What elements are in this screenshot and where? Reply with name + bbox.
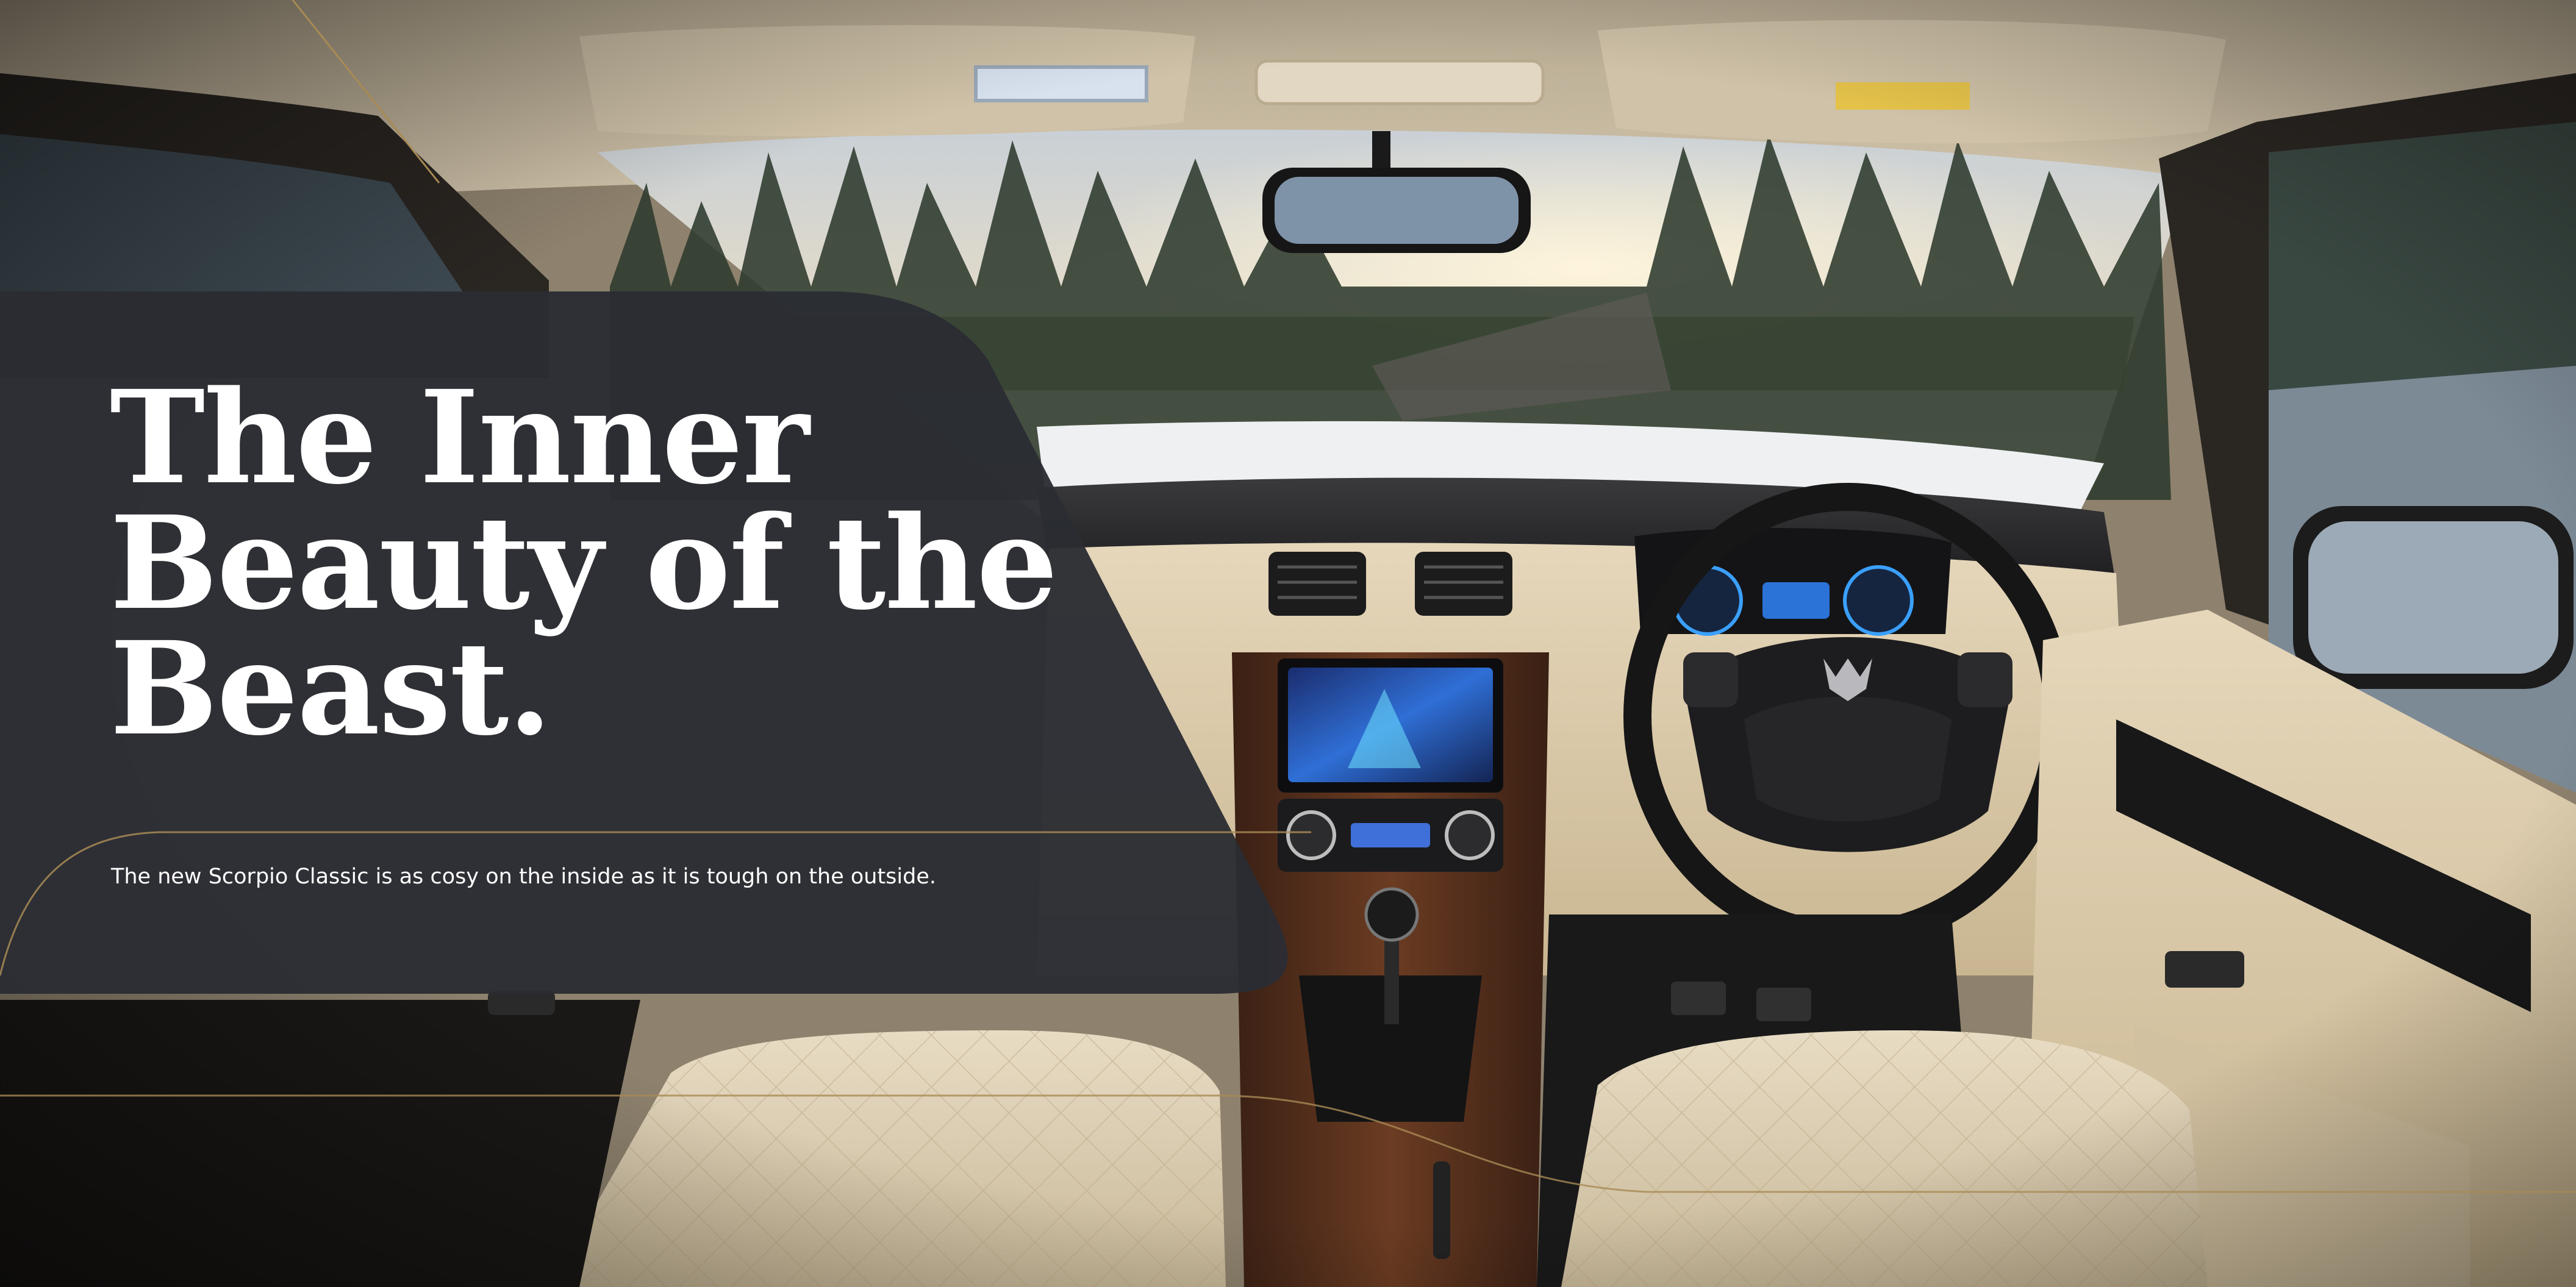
- headline-line-3: Beast.: [110, 613, 553, 764]
- brochure-page: The Inner Beauty of the Beast. The new S…: [0, 0, 2576, 1287]
- headline: The Inner Beauty of the Beast.: [110, 362, 1086, 764]
- headline-line-2: Beauty of the: [110, 487, 1058, 638]
- subline: The new Scorpio Classic is as cosy on th…: [111, 865, 937, 889]
- accent-line-bottom: [0, 1094, 2576, 1193]
- headline-line-1: The Inner: [110, 362, 810, 513]
- accent-line-top: [292, 0, 440, 184]
